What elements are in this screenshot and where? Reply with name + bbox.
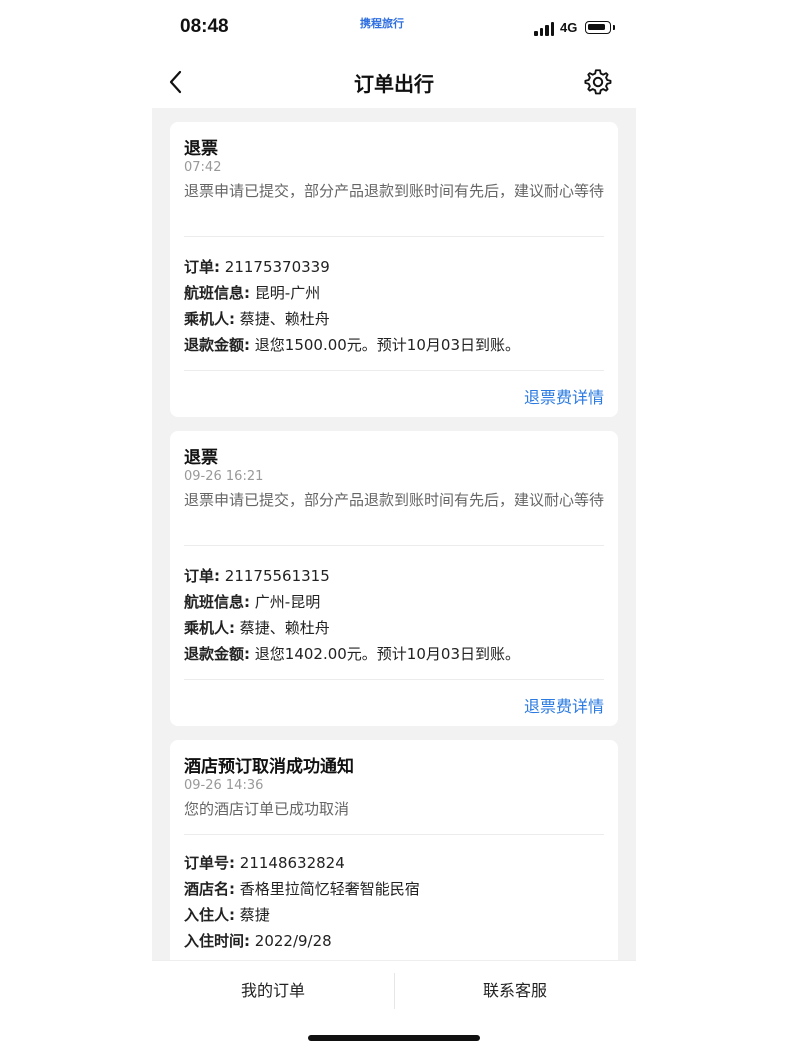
notification-card: 退票 07:42 退票申请已提交，部分产品退款到账时间有先后，建议耐心等待 订单… [170, 122, 618, 417]
card-message: 您的酒店订单已成功取消 [184, 800, 350, 818]
detail-row-order: 订单号: 21148632824 [184, 854, 345, 872]
signal-icon [534, 22, 556, 36]
card-time: 09-26 14:36 [184, 778, 264, 793]
divider [184, 679, 604, 680]
card-time: 07:42 [184, 160, 222, 175]
detail-row-passenger: 乘机人: 蔡捷、赖杜舟 [184, 310, 330, 328]
detail-row-order: 订单: 21175561315 [184, 567, 330, 585]
divider [184, 834, 604, 835]
network-label: 4G [560, 20, 578, 35]
page-title: 订单出行 [354, 72, 434, 96]
phone-screen: 08:48 携程旅行 4G 订单出行 退票 07:42 退票申请已提交，部分产品… [152, 0, 636, 1051]
refund-fee-details-link[interactable]: 退票费详情 [524, 693, 604, 717]
detail-row-checkin: 入住时间: 2022/9/28 [184, 932, 332, 950]
card-title: 酒店预订取消成功通知 [184, 757, 354, 777]
nav-bar: 订单出行 [152, 56, 636, 108]
divider [184, 370, 604, 371]
detail-row-order: 订单: 21175370339 [184, 258, 330, 276]
card-message: 退票申请已提交，部分产品退款到账时间有先后，建议耐心等待 [184, 182, 605, 200]
notification-card: 退票 09-26 16:21 退票申请已提交，部分产品退款到账时间有先后，建议耐… [170, 431, 618, 726]
detail-row-flight: 航班信息: 广州-昆明 [184, 593, 321, 611]
status-bar: 08:48 携程旅行 4G [152, 0, 636, 56]
card-message: 退票申请已提交，部分产品退款到账时间有先后，建议耐心等待 [184, 491, 605, 509]
detail-row-passenger: 乘机人: 蔡捷、赖杜舟 [184, 619, 330, 637]
divider [184, 236, 604, 237]
gear-icon [584, 69, 612, 95]
card-time: 09-26 16:21 [184, 469, 264, 484]
brand-label: 携程旅行 [360, 18, 404, 30]
detail-row-flight: 航班信息: 昆明-广州 [184, 284, 321, 302]
home-indicator[interactable] [308, 1035, 480, 1041]
bottom-bar: 我的订单 联系客服 [152, 960, 636, 1021]
card-title: 退票 [184, 139, 218, 159]
battery-icon [585, 21, 615, 34]
detail-row-refund: 退款金额: 退您1500.00元。预计10月03日到账。 [184, 336, 520, 354]
detail-row-refund: 退款金额: 退您1402.00元。预计10月03日到账。 [184, 645, 520, 663]
settings-button[interactable] [584, 68, 612, 96]
notification-card: 酒店预订取消成功通知 09-26 14:36 您的酒店订单已成功取消 订单号: … [170, 740, 618, 960]
refund-fee-details-link[interactable]: 退票费详情 [524, 384, 604, 408]
contact-service-button[interactable]: 联系客服 [394, 961, 636, 1021]
my-orders-button[interactable]: 我的订单 [152, 961, 394, 1021]
message-list[interactable]: 退票 07:42 退票申请已提交，部分产品退款到账时间有先后，建议耐心等待 订单… [152, 108, 636, 960]
detail-row-guest: 入住人: 蔡捷 [184, 906, 270, 924]
status-time: 08:48 [180, 16, 229, 37]
detail-row-hotel: 酒店名: 香格里拉简忆轻奢智能民宿 [184, 880, 420, 898]
card-title: 退票 [184, 448, 218, 468]
divider [184, 545, 604, 546]
